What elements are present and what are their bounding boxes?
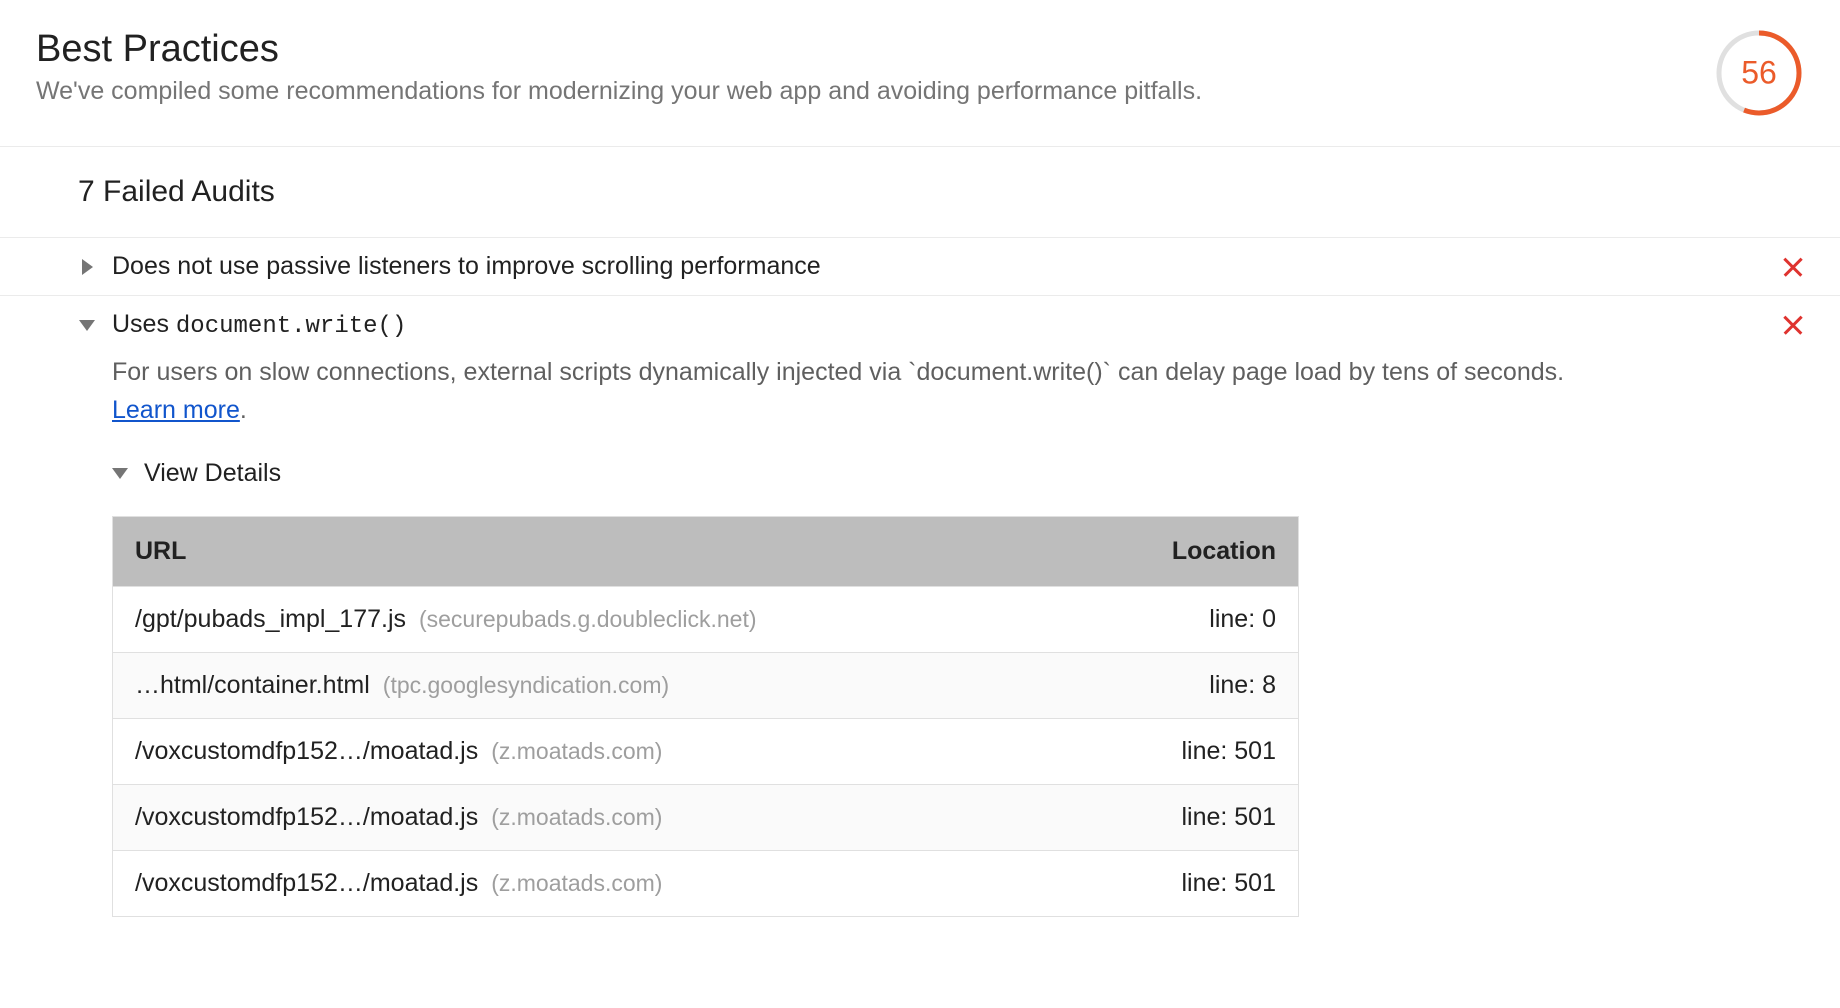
audit-description-text: For users on slow connections, external … xyxy=(112,358,1564,386)
score-value: 56 xyxy=(1741,55,1777,92)
table-cell-location: line: 501 xyxy=(1082,785,1298,851)
table-header-location: Location xyxy=(1082,517,1298,587)
url-domain: (securepubads.g.doubleclick.net) xyxy=(419,606,757,632)
table-cell-location: line: 501 xyxy=(1082,719,1298,785)
table-cell-url: …html/container.html (tpc.googlesyndicat… xyxy=(113,653,1083,719)
table-row: /gpt/pubads_impl_177.js (securepubads.g.… xyxy=(113,587,1299,653)
audit-expanded-content: For users on slow connections, external … xyxy=(0,354,1840,917)
section-title: 7 Failed Audits xyxy=(0,147,1840,238)
audit-title-code: document.write() xyxy=(176,313,406,340)
view-details-label: View Details xyxy=(144,459,281,488)
url-domain: (z.moatads.com) xyxy=(491,804,662,830)
table-cell-location: line: 8 xyxy=(1082,653,1298,719)
table-cell-location: line: 501 xyxy=(1082,851,1298,917)
failed-audits-section: 7 Failed Audits Does not use passive lis… xyxy=(0,147,1840,917)
audit-item: Does not use passive listeners to improv… xyxy=(0,238,1840,296)
table-cell-url: /voxcustomdfp152…/moatad.js (z.moatads.c… xyxy=(113,851,1083,917)
chevron-right-icon xyxy=(78,258,96,276)
table-cell-url: /gpt/pubads_impl_177.js (securepubads.g.… xyxy=(113,587,1083,653)
panel-header: Best Practices We've compiled some recom… xyxy=(0,0,1840,147)
table-header-url: URL xyxy=(113,517,1083,587)
audit-toggle-row[interactable]: Does not use passive listeners to improv… xyxy=(0,238,1840,295)
url-path: /voxcustomdfp152…/moatad.js xyxy=(135,737,478,765)
table-row: /voxcustomdfp152…/moatad.js (z.moatads.c… xyxy=(113,785,1299,851)
url-path: /voxcustomdfp152…/moatad.js xyxy=(135,869,478,897)
fail-icon xyxy=(1782,314,1804,336)
table-header-row: URL Location xyxy=(113,517,1299,587)
audit-item: Uses document.write() For users on slow … xyxy=(0,296,1840,917)
audit-toggle-row[interactable]: Uses document.write() xyxy=(0,296,1840,354)
audit-title: Uses document.write() xyxy=(112,310,1782,340)
details-table-wrap: URL Location /gpt/pubads_impl_177.js (se… xyxy=(112,516,1804,917)
url-path: …html/container.html xyxy=(135,671,370,699)
url-path: /gpt/pubads_impl_177.js xyxy=(135,605,406,633)
table-row: /voxcustomdfp152…/moatad.js (z.moatads.c… xyxy=(113,851,1299,917)
url-domain: (z.moatads.com) xyxy=(491,738,662,764)
url-domain: (tpc.googlesyndication.com) xyxy=(383,672,669,698)
audit-title-text: Uses xyxy=(112,310,176,338)
chevron-down-icon xyxy=(112,468,128,479)
table-cell-url: /voxcustomdfp152…/moatad.js (z.moatads.c… xyxy=(113,719,1083,785)
audit-title-text: Does not use passive listeners to improv… xyxy=(112,252,821,280)
best-practices-panel: Best Practices We've compiled some recom… xyxy=(0,0,1840,917)
audit-description: For users on slow connections, external … xyxy=(112,354,1804,429)
page-title: Best Practices xyxy=(36,28,1684,71)
details-table: URL Location /gpt/pubads_impl_177.js (se… xyxy=(112,516,1299,917)
audit-title: Does not use passive listeners to improv… xyxy=(112,252,1782,281)
header-text: Best Practices We've compiled some recom… xyxy=(36,28,1684,106)
score-gauge: 56 xyxy=(1714,28,1804,118)
table-cell-url: /voxcustomdfp152…/moatad.js (z.moatads.c… xyxy=(113,785,1083,851)
view-details-toggle[interactable]: View Details xyxy=(112,459,1804,488)
table-cell-location: line: 0 xyxy=(1082,587,1298,653)
page-subtitle: We've compiled some recommendations for … xyxy=(36,77,1684,106)
audit-description-post: . xyxy=(240,396,247,424)
url-path: /voxcustomdfp152…/moatad.js xyxy=(135,803,478,831)
learn-more-link[interactable]: Learn more xyxy=(112,396,240,424)
table-row: /voxcustomdfp152…/moatad.js (z.moatads.c… xyxy=(113,719,1299,785)
table-row: …html/container.html (tpc.googlesyndicat… xyxy=(113,653,1299,719)
url-domain: (z.moatads.com) xyxy=(491,870,662,896)
fail-icon xyxy=(1782,256,1804,278)
chevron-down-icon xyxy=(78,316,96,334)
